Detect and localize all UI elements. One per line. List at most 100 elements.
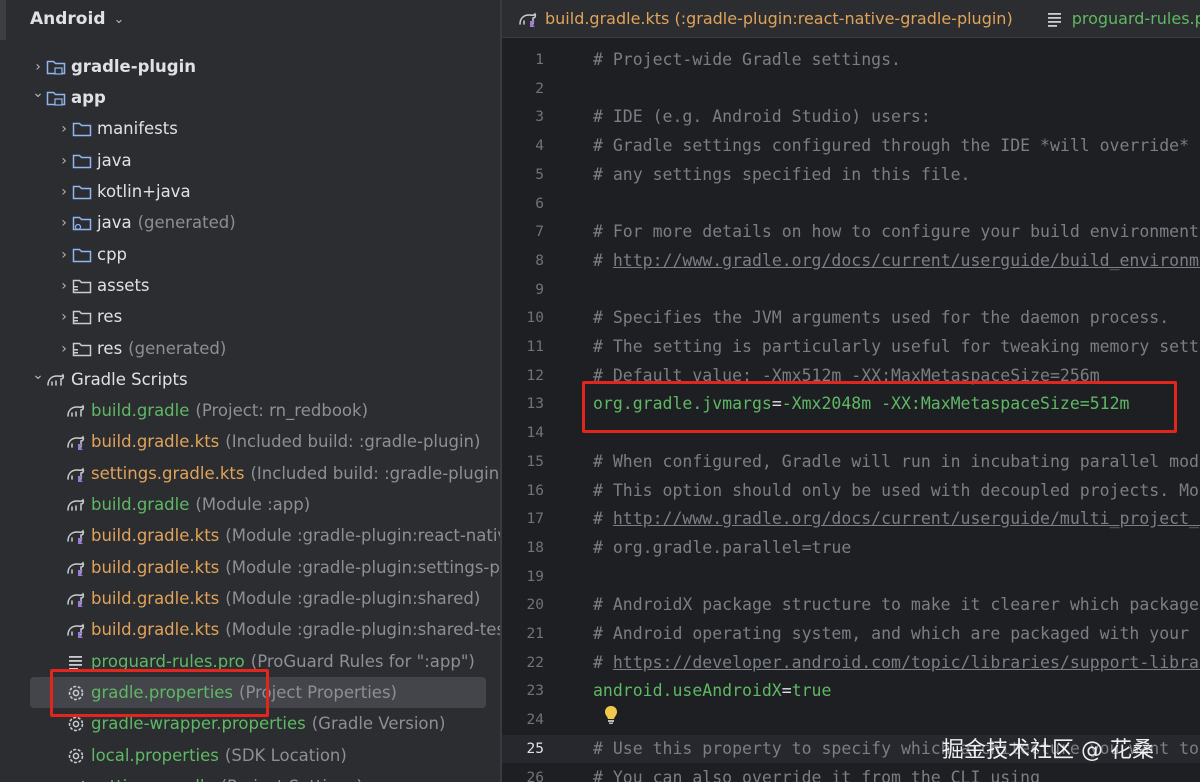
line-number[interactable]: 21 [502,620,544,649]
chevron-right-icon[interactable]: › [56,341,72,357]
line-number[interactable]: 20 [502,591,544,620]
line-number[interactable]: 17 [502,505,544,534]
chevron-right-icon[interactable]: › [56,278,72,294]
comment-link[interactable]: http://www.gradle.org/docs/current/userg… [613,251,1200,270]
tree-item-label: build.gradle.kts [91,432,220,451]
code-line[interactable]: # https://developer.android.com/topic/li… [593,649,1200,678]
chevron-down-icon[interactable]: ⌄ [30,85,46,101]
line-number[interactable]: 1 [502,46,544,75]
line-number[interactable]: 26 [502,764,544,782]
chevron-right-icon[interactable]: › [56,153,72,169]
tree-item[interactable]: › cpp [0,239,502,270]
tree-item[interactable]: settings.gradle.kts (Included build: :gra… [0,458,502,489]
line-number[interactable]: 19 [502,563,544,592]
line-number[interactable]: 15 [502,448,544,477]
tree-item-label: build.gradle.kts [91,526,220,545]
tree-item[interactable]: › res [0,301,502,332]
code-line[interactable]: # The setting is particularly useful for… [593,333,1200,362]
module-folder-icon [46,88,66,108]
tree-item[interactable]: › assets [0,270,502,301]
code-line[interactable]: # Android operating system, and which ar… [593,620,1200,649]
code-line[interactable]: # AndroidX package structure to make it … [593,591,1200,620]
code-line[interactable]: # For more details on how to configure y… [593,218,1200,247]
tree-item[interactable]: › kotlin+java [0,176,502,207]
line-number[interactable]: 7 [502,218,544,247]
tree-item[interactable]: build.gradle.kts (Module :gradle-plugin:s… [0,583,502,614]
gradle-kts-icon [66,432,86,452]
line-number[interactable]: 14 [502,419,544,448]
code-line[interactable]: # This option should only be used with d… [593,477,1200,506]
code-line[interactable]: # Project-wide Gradle settings. [593,46,901,75]
tree-item[interactable]: › res (generated) [0,333,502,364]
line-number[interactable]: 25 [502,735,544,764]
code-line[interactable]: # Gradle settings configured through the… [593,132,1189,161]
tree-item[interactable]: build.gradle (Project: rn_redbook) [0,395,502,426]
line-number[interactable]: 2 [502,75,544,104]
line-number[interactable]: 22 [502,649,544,678]
line-number[interactable]: 13 [502,390,544,419]
line-number[interactable]: 3 [502,103,544,132]
code-line[interactable]: # any settings specified in this file. [593,161,971,190]
tree-item[interactable]: › manifests [0,113,502,144]
property-key: android.useAndroidX [593,681,782,701]
line-number[interactable]: 10 [502,304,544,333]
tree-item[interactable]: local.properties (SDK Location) [0,740,502,771]
chevron-right-icon[interactable]: › [56,309,72,325]
tree-item[interactable]: build.gradle.kts (Included build: :gradle… [0,426,502,457]
tree-item-label: res [97,339,123,358]
line-number[interactable]: 18 [502,534,544,563]
chevron-right-icon[interactable]: › [56,121,72,137]
resource-folder-icon [72,339,92,359]
tree-item-hint: (generated) [128,339,227,358]
code-line[interactable]: android.useAndroidX=true [593,677,831,706]
editor-tab[interactable]: proguard-rules.pro [1029,0,1200,38]
tree-item[interactable]: › java (generated) [0,207,502,238]
line-number[interactable]: 9 [502,276,544,305]
line-number[interactable]: 4 [502,132,544,161]
tree-item-hint: (Gradle Version) [311,714,446,733]
chevron-down-icon[interactable]: ⌄ [30,367,46,383]
tree-item[interactable]: › gradle-plugin [0,51,502,82]
line-number[interactable]: 16 [502,477,544,506]
chevron-right-icon[interactable]: › [56,184,72,200]
line-number[interactable]: 23 [502,677,544,706]
tree-item-label: settings.gradle [91,777,215,782]
line-number[interactable]: 24 [502,706,544,735]
editor-tab[interactable]: build.gradle.kts (:gradle-plugin:react-n… [502,0,1029,38]
tree-item-label: res [97,307,123,326]
chevron-right-icon[interactable]: › [56,215,72,231]
comment-text: # When configured, Gradle will run in in… [593,451,1200,471]
line-number[interactable]: 11 [502,333,544,362]
gradle-kts-icon [66,558,86,578]
gradle-elephant-icon [46,370,66,390]
code-line[interactable]: # org.gradle.parallel=true [593,534,851,563]
tree-item[interactable]: build.gradle.kts (Module :gradle-plugin:s… [0,552,502,583]
tree-item[interactable]: build.gradle.kts (Module :gradle-plugin:s… [0,614,502,645]
code-line[interactable]: # You can also override it from the CLI … [593,764,1040,782]
tree-item[interactable]: ⌄ Gradle Scripts [0,364,502,395]
code-line[interactable]: # http://www.gradle.org/docs/current/use… [593,247,1200,276]
code-line[interactable]: # http://www.gradle.org/docs/current/use… [593,505,1200,534]
code-line[interactable]: # When configured, Gradle will run in in… [593,448,1200,477]
line-number[interactable]: 5 [502,161,544,190]
line-number[interactable]: 6 [502,190,544,219]
tree-item[interactable]: settings.gradle (Project Settings) [0,771,502,782]
line-number[interactable]: 12 [502,362,544,391]
comment-link[interactable]: http://www.gradle.org/docs/current/userg… [613,509,1200,528]
code-line[interactable]: # Specifies the JVM arguments used for t… [593,304,1169,333]
tree-item[interactable]: › java [0,145,502,176]
tree-item-label: app [71,88,106,107]
code-line[interactable]: # IDE (e.g. Android Studio) users: [593,103,931,132]
comment-link[interactable]: https://developer.android.com/topic/libr… [613,653,1200,672]
tree-item-label: build.gradle [91,495,190,514]
line-number[interactable]: 8 [502,247,544,276]
lightbulb-icon[interactable] [603,705,619,725]
tree-item[interactable]: build.gradle (Module :app) [0,489,502,520]
chevron-right-icon[interactable]: › [56,247,72,263]
tree-item-label: settings.gradle.kts [91,464,245,483]
project-view-selector[interactable]: Android ⌄ [30,7,124,31]
tree-item[interactable]: build.gradle.kts (Module :gradle-plugin:r… [0,520,502,551]
chevron-right-icon[interactable]: › [30,59,46,75]
gradle-kts-icon [518,9,538,29]
tree-item[interactable]: ⌄ app [0,82,502,113]
